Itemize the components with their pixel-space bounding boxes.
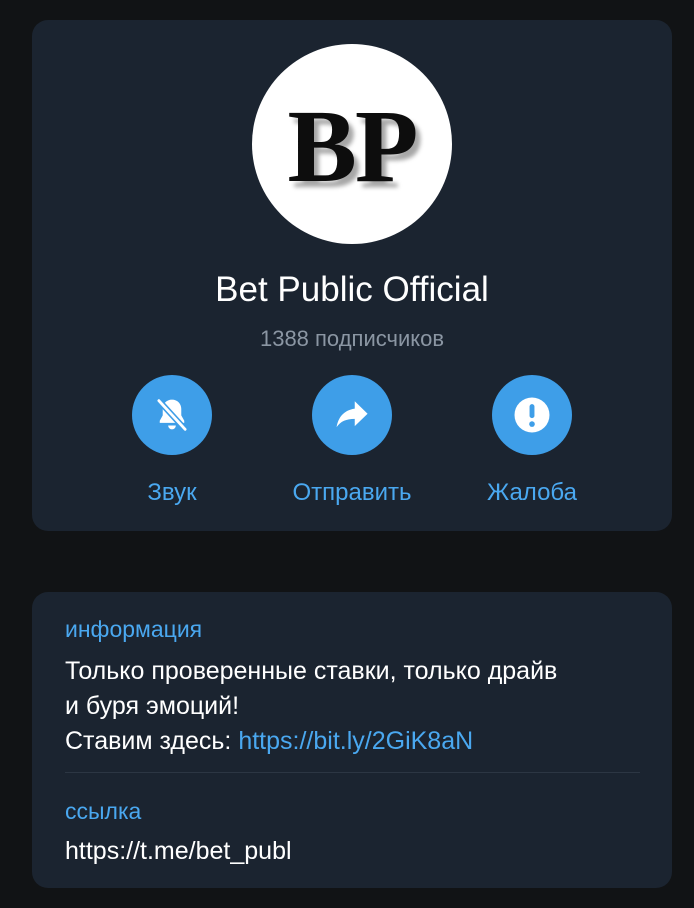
report-label: Жалоба [487, 479, 577, 506]
channel-info-card: информация Только проверенные ставки, то… [32, 592, 672, 888]
description-line-2: и буря эмоций! [65, 692, 240, 720]
bell-muted-icon [155, 397, 189, 433]
link-section-label: ссылка [65, 798, 142, 824]
sound-button[interactable]: Звук [82, 375, 262, 507]
subscriber-count: 1388 подписчиков [259, 326, 445, 351]
share-label: Отправить [292, 479, 412, 506]
description-line-3-prefix: Ставим здесь: [65, 727, 239, 755]
sound-label: Звук [147, 479, 197, 506]
channel-link[interactable]: https://t.me/bet_publ [65, 837, 292, 866]
share-button[interactable]: Отправить [262, 375, 442, 507]
share-button-circle[interactable] [312, 375, 392, 455]
avatar-logo-text: BP [287, 88, 419, 204]
description-link[interactable]: https://bit.ly/2GiK8aN [238, 727, 473, 755]
info-section-label: информация [65, 616, 203, 642]
share-arrow-icon [336, 401, 368, 428]
section-divider [65, 772, 640, 773]
report-button[interactable]: Жалоба [442, 375, 622, 507]
channel-name: Bet Public Official [215, 270, 489, 309]
report-button-circle[interactable] [492, 375, 572, 455]
channel-description: Только проверенные ставки, только драйв … [65, 654, 655, 759]
description-line-1: Только проверенные ставки, только драйв [65, 657, 558, 685]
channel-avatar[interactable]: BP [252, 44, 452, 244]
channel-profile-card: BP Bet Public Official 1388 подписчиков … [32, 20, 672, 531]
exclamation-icon [514, 397, 550, 433]
sound-button-circle[interactable] [132, 375, 212, 455]
